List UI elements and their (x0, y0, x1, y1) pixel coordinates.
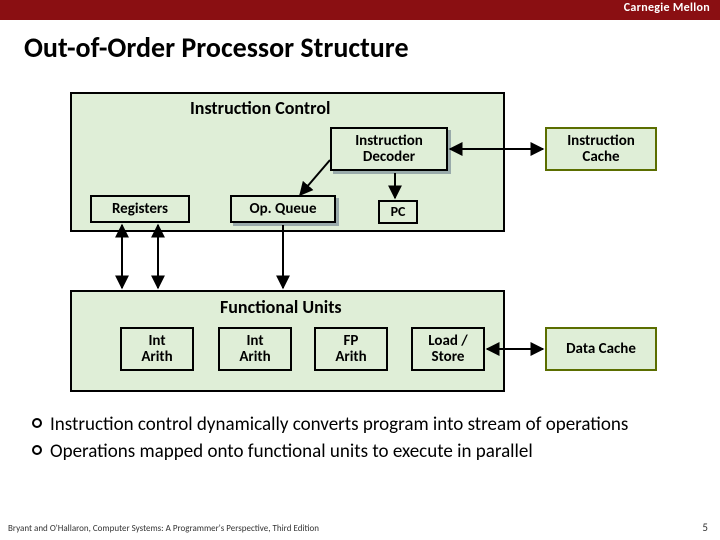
bullet-text: Operations mapped onto functional units … (50, 440, 533, 463)
page-number: 5 (702, 521, 708, 534)
bullet-list: Instruction control dynamically converts… (50, 414, 700, 468)
bullet-icon (32, 445, 42, 455)
bullet-text: Instruction control dynamically converts… (50, 413, 628, 436)
bullet-item: Instruction control dynamically converts… (50, 414, 700, 437)
bullet-item: Operations mapped onto functional units … (50, 441, 700, 464)
bullet-icon (32, 418, 42, 428)
footer-citation: Bryant and O'Hallaron, Computer Systems:… (8, 523, 319, 534)
